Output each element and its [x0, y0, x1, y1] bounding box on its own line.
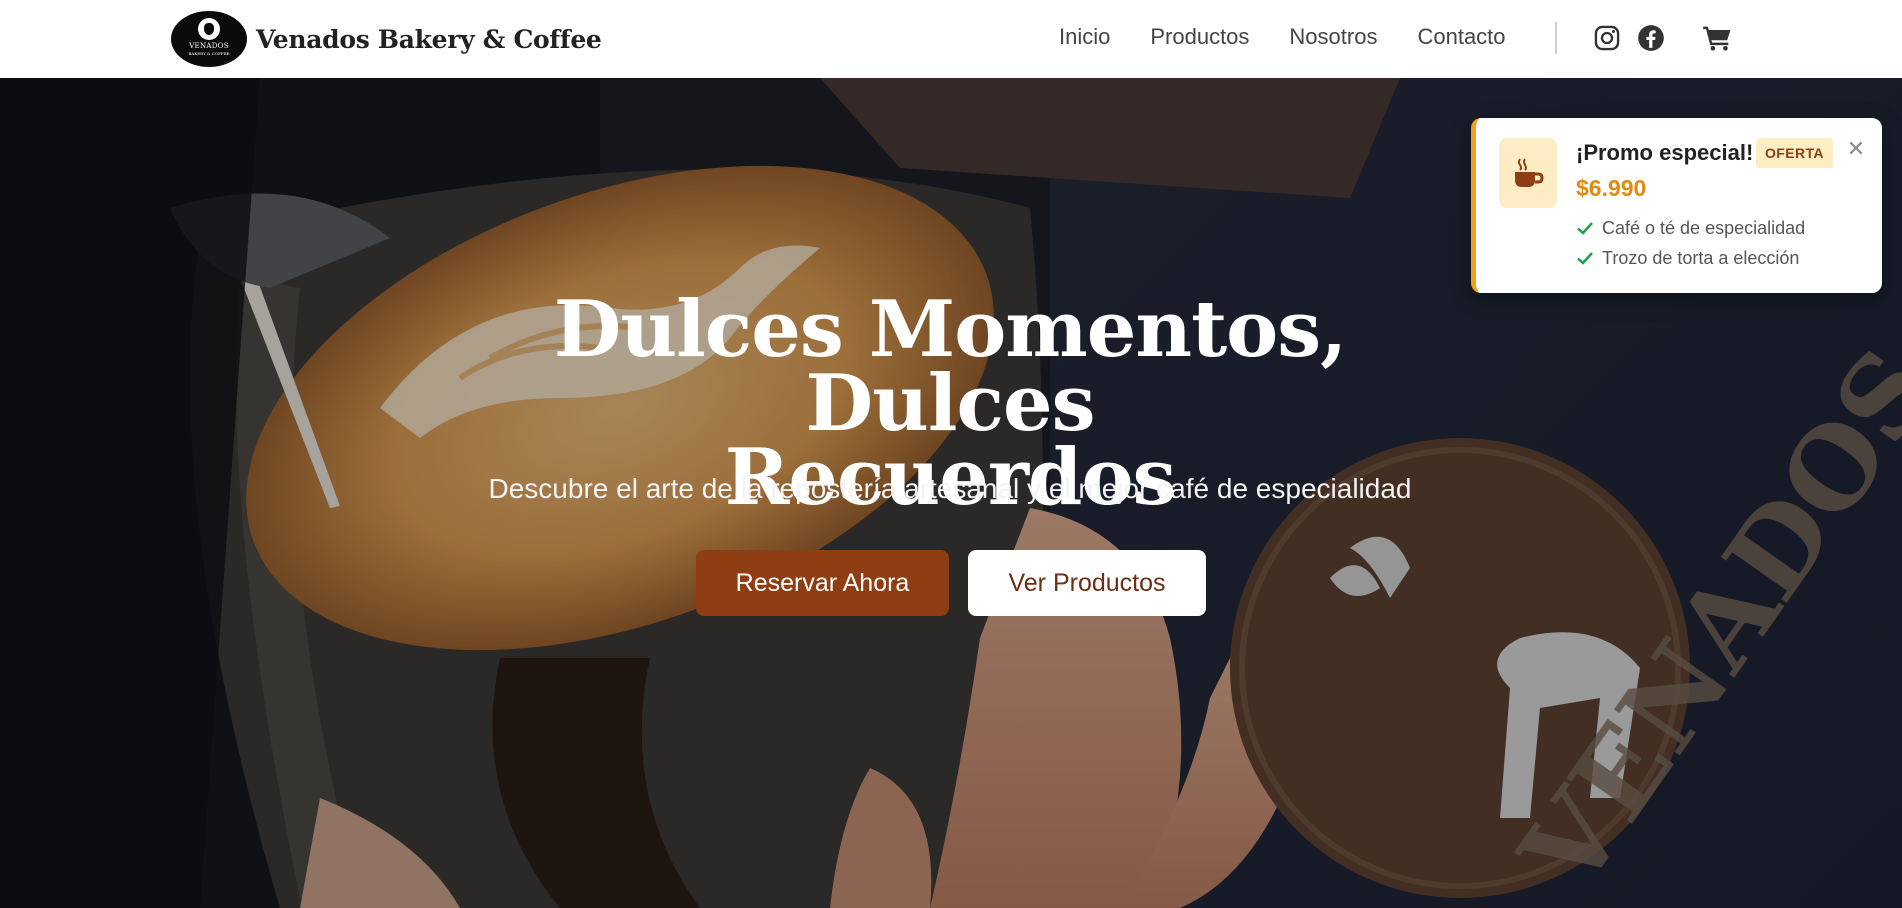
- promo-item: Trozo de torta a elección: [1576, 246, 1799, 270]
- promo-title: ¡Promo especial!: [1576, 140, 1754, 165]
- reservar-ahora-button[interactable]: Reservar Ahora: [696, 550, 949, 616]
- promo-item: Café o té de especialidad: [1576, 216, 1805, 240]
- promo-price: $6.990: [1576, 175, 1647, 201]
- oferta-badge: OFERTA: [1756, 138, 1833, 168]
- hero-subtitle: Descubre el arte de la repostería artesa…: [488, 473, 1412, 504]
- navbar: VENADOS BAKERY & COFFEE Venados Bakery &…: [0, 0, 1902, 78]
- logo-sub: BAKERY & COFFEE: [188, 51, 230, 56]
- check-icon: [1577, 222, 1593, 235]
- brand-logo[interactable]: VENADOS BAKERY & COFFEE: [171, 11, 247, 67]
- coffee-cup-icon: [1515, 158, 1544, 187]
- brand[interactable]: VENADOS BAKERY & COFFEE Venados Bakery &…: [171, 11, 602, 67]
- brand-name[interactable]: Venados Bakery & Coffee: [256, 25, 602, 54]
- check-icon: [1577, 252, 1593, 265]
- nav-link-productos[interactable]: Productos: [1150, 24, 1249, 50]
- promo-item-text: Café o té de especialidad: [1602, 217, 1806, 238]
- facebook-icon[interactable]: [1637, 24, 1665, 52]
- nav-divider: [1555, 22, 1557, 54]
- promo-item-text: Trozo de torta a elección: [1602, 247, 1800, 268]
- close-icon[interactable]: ✕: [1844, 138, 1868, 162]
- promo-icon-box: [1499, 138, 1557, 208]
- nav-link-nosotros[interactable]: Nosotros: [1289, 24, 1377, 50]
- nav-links: Inicio Productos Nosotros Contacto: [1059, 24, 1546, 50]
- ver-productos-button[interactable]: Ver Productos: [968, 550, 1206, 616]
- nav-link-inicio[interactable]: Inicio: [1059, 24, 1110, 50]
- promo-card: ¡Promo especial! OFERTA ✕ $6.990 Café o …: [1471, 118, 1882, 293]
- nav-link-contacto[interactable]: Contacto: [1417, 24, 1505, 50]
- hero-title-line-1: Dulces Momentos, Dulces: [553, 284, 1348, 449]
- deer-logo-icon: [198, 18, 220, 40]
- logo-word: VENADOS: [189, 42, 229, 50]
- cart-icon[interactable]: [1702, 24, 1734, 52]
- instagram-icon[interactable]: [1593, 24, 1621, 52]
